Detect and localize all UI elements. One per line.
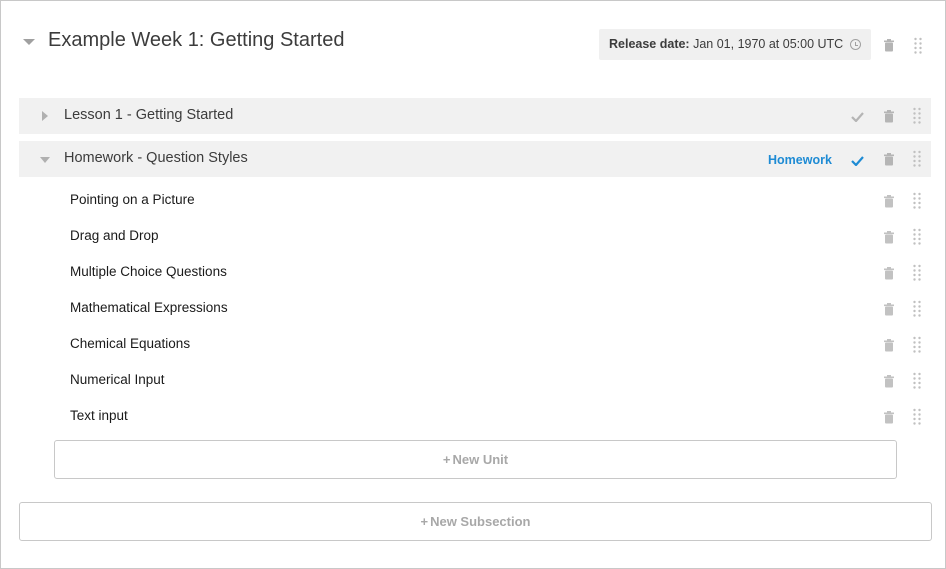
subsection-title[interactable]: Lesson 1 - Getting Started — [64, 107, 233, 123]
delete-unit-trash-icon[interactable] — [883, 411, 895, 424]
unit-drag-handle-icon[interactable] — [913, 300, 921, 318]
subsection-row-homework: Homework - Question Styles Homework — [19, 141, 931, 177]
new-subsection-label: New Subsection — [430, 514, 531, 529]
plus-icon: + — [442, 452, 451, 467]
subsection-title[interactable]: Homework - Question Styles — [64, 150, 248, 166]
delete-unit-trash-icon[interactable] — [883, 339, 895, 352]
subsection-collapse-toggle[interactable] — [40, 157, 50, 163]
plus-icon: + — [420, 514, 429, 529]
unit-drag-handle-icon[interactable] — [913, 228, 921, 246]
unit-title[interactable]: Multiple Choice Questions — [70, 264, 227, 279]
delete-unit-trash-icon[interactable] — [883, 231, 895, 244]
delete-subsection-trash-icon[interactable] — [883, 110, 895, 123]
delete-unit-trash-icon[interactable] — [883, 195, 895, 208]
subsection-expand-toggle[interactable] — [42, 111, 48, 121]
unit-title[interactable]: Pointing on a Picture — [70, 192, 195, 207]
section-collapse-toggle[interactable] — [23, 39, 35, 45]
subsection-drag-handle-icon[interactable] — [913, 150, 921, 168]
unit-drag-handle-icon[interactable] — [913, 372, 921, 390]
section-drag-handle-icon[interactable] — [914, 37, 922, 55]
release-date-label: Release date: — [609, 37, 690, 51]
course-outline-section: Example Week 1: Getting Started Release … — [0, 0, 946, 569]
unit-title[interactable]: Text input — [70, 408, 128, 423]
delete-unit-trash-icon[interactable] — [883, 303, 895, 316]
unit-drag-handle-icon[interactable] — [913, 336, 921, 354]
release-date-status: Release date: Jan 01, 1970 at 05:00 UTC — [599, 29, 871, 60]
unit-drag-handle-icon[interactable] — [913, 192, 921, 210]
clock-icon — [850, 39, 861, 50]
delete-unit-trash-icon[interactable] — [883, 375, 895, 388]
new-subsection-button[interactable]: + New Subsection — [19, 502, 932, 541]
grading-type-label[interactable]: Homework — [768, 153, 832, 167]
new-unit-button[interactable]: + New Unit — [54, 440, 897, 479]
checkmark-icon — [851, 112, 864, 122]
unit-title[interactable]: Numerical Input — [70, 372, 165, 387]
delete-subsection-trash-icon[interactable] — [883, 153, 895, 166]
unit-drag-handle-icon[interactable] — [913, 264, 921, 282]
release-date-value: Jan 01, 1970 at 05:00 UTC — [693, 37, 844, 51]
delete-section-trash-icon[interactable] — [883, 39, 895, 52]
unit-drag-handle-icon[interactable] — [913, 408, 921, 426]
section-title[interactable]: Example Week 1: Getting Started — [48, 29, 344, 52]
section-header: Example Week 1: Getting Started Release … — [1, 1, 945, 81]
delete-unit-trash-icon[interactable] — [883, 267, 895, 280]
checkmark-icon — [851, 156, 864, 166]
unit-title[interactable]: Mathematical Expressions — [70, 300, 228, 315]
unit-title[interactable]: Drag and Drop — [70, 228, 159, 243]
new-unit-label: New Unit — [452, 452, 509, 467]
subsection-drag-handle-icon[interactable] — [913, 107, 921, 125]
unit-title[interactable]: Chemical Equations — [70, 336, 190, 351]
subsection-row-lesson-1: Lesson 1 - Getting Started — [19, 98, 931, 134]
